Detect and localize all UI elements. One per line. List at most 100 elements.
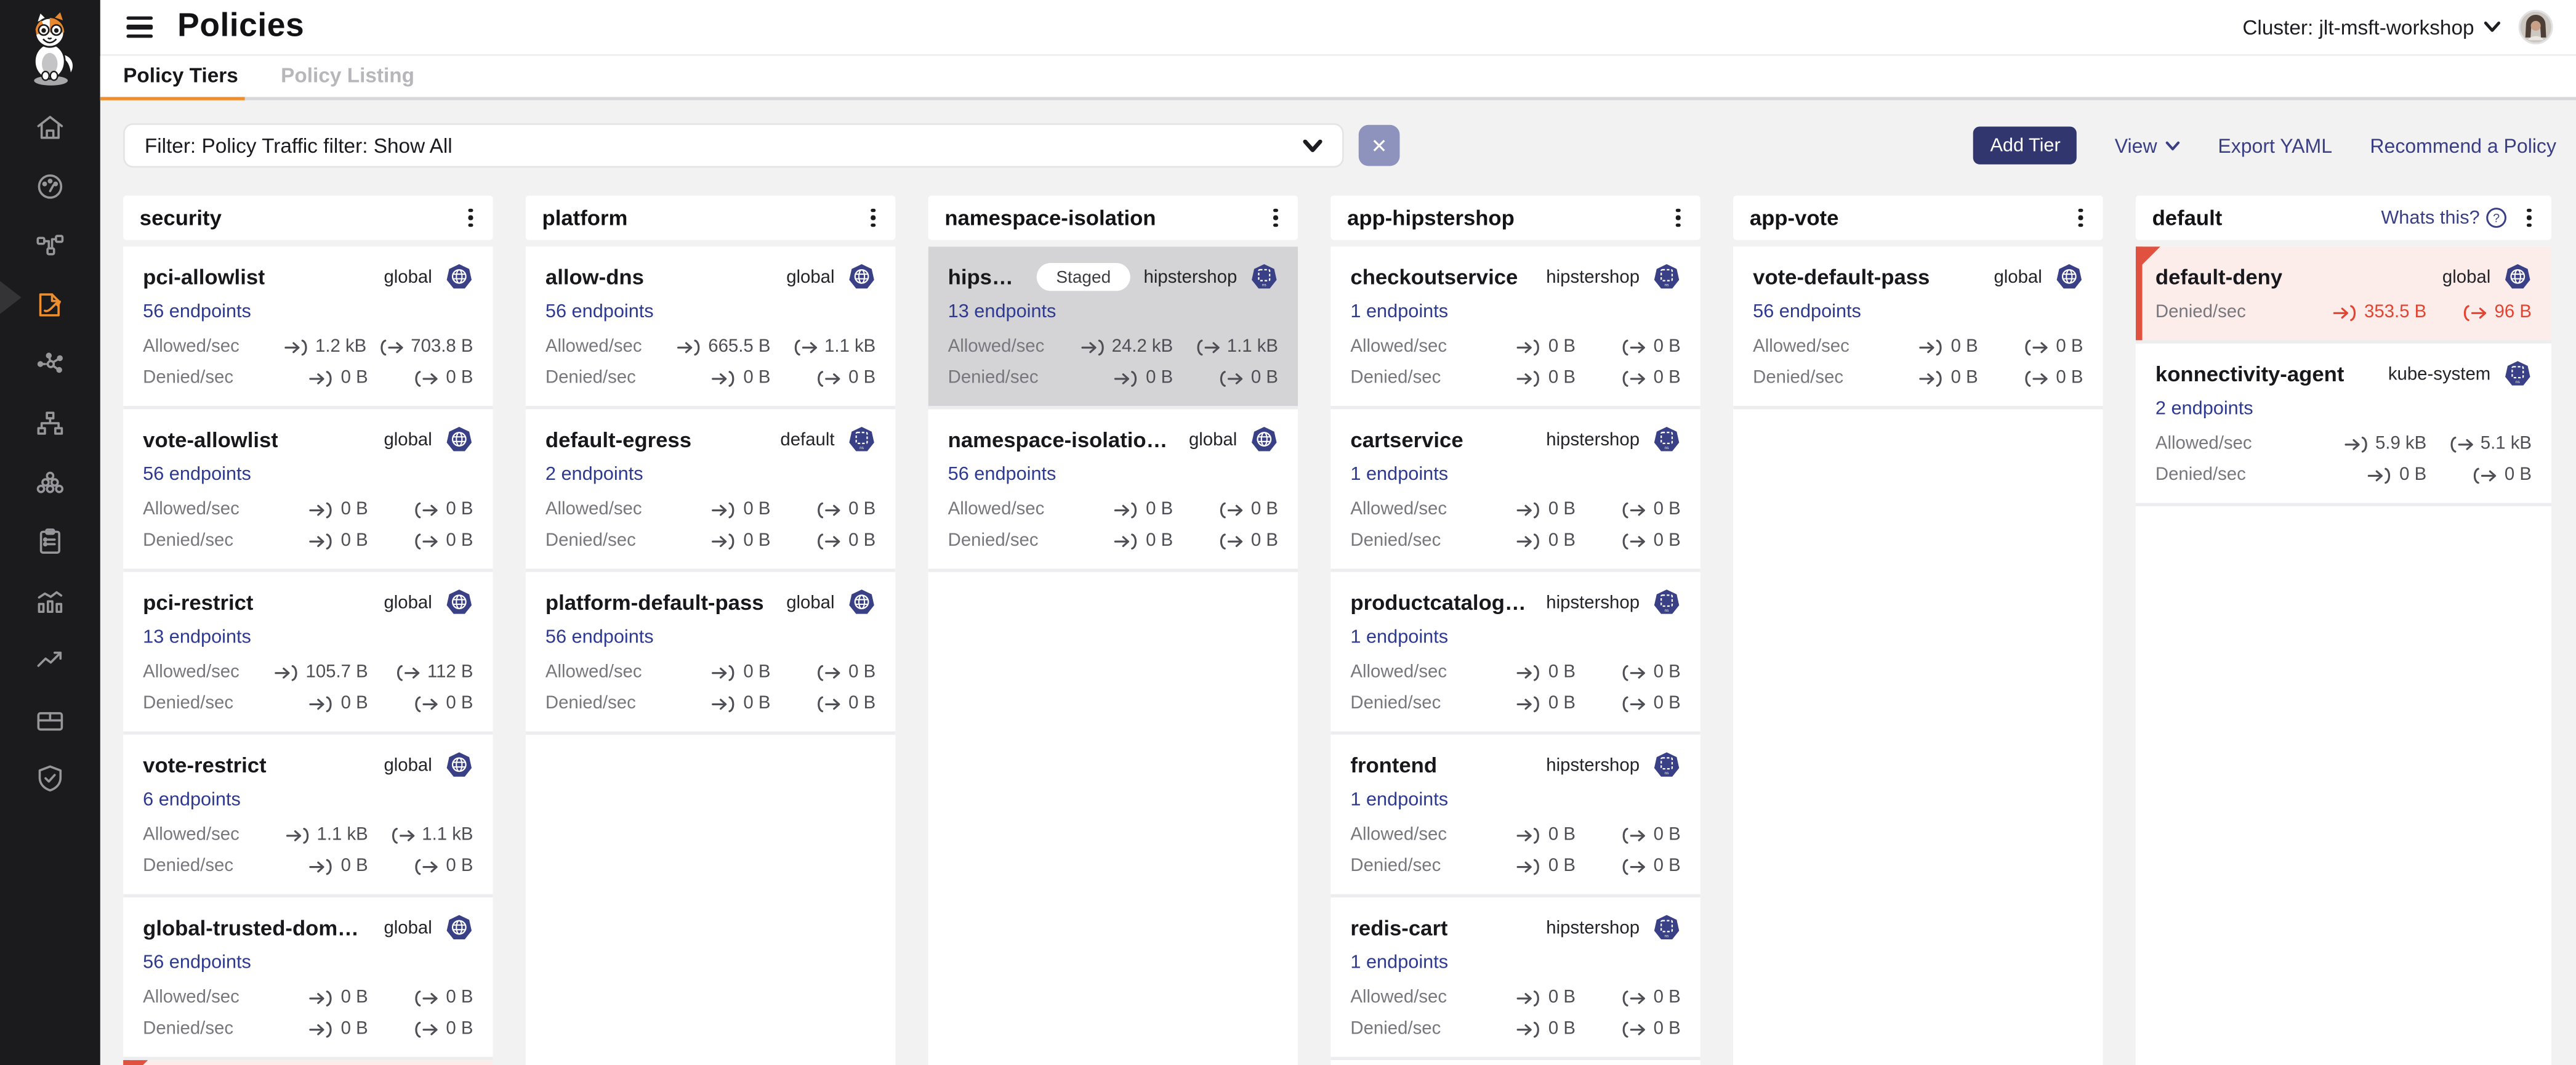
policy-card[interactable]: cartservice hipstershop ns 1 endpoints A… xyxy=(1330,409,1700,572)
egress-value: 0 B xyxy=(848,694,875,713)
policy-card[interactable]: vote-default-pass global 56 endpoints Al… xyxy=(1733,246,2103,409)
policy-card[interactable]: default-egress default ns 2 endpoints Al… xyxy=(526,409,895,572)
endpoints-link[interactable]: 1 endpoints xyxy=(1350,628,1448,647)
policy-card[interactable]: hipstershop-gh… Staged hipstershop ns 13… xyxy=(928,246,1298,409)
policy-card[interactable]: pci-allowlist global 56 endpoints Allowe… xyxy=(123,246,493,409)
policy-scope-label: global xyxy=(1189,430,1237,450)
threat-defense-icon[interactable] xyxy=(0,748,100,807)
export-yaml-button[interactable]: Export YAML xyxy=(2218,134,2332,156)
endpoints-link[interactable]: 56 endpoints xyxy=(143,465,251,485)
policy-card[interactable]: pci-restrict global 13 endpoints Allowed… xyxy=(123,572,493,735)
policy-card[interactable]: frontend hipstershop ns 1 endpoints Allo… xyxy=(1330,735,1700,897)
policy-card[interactable]: konnectivity-agent kube-system ns 2 endp… xyxy=(2136,344,2551,506)
ingress-rate: 1.1 kB xyxy=(266,825,368,845)
flow-visualizer-icon[interactable] xyxy=(0,334,100,393)
add-tier-button[interactable]: Add Tier xyxy=(1974,126,2077,164)
sidebar xyxy=(0,0,100,1065)
ingress-rate: 0 B xyxy=(1876,368,1978,388)
policy-name: vote-restrict xyxy=(143,753,267,777)
ingress-rate: 0 B xyxy=(1071,368,1173,388)
traffic-rate-row: Allowed/sec 1.1 kB 1.1 kB xyxy=(143,825,473,845)
ingress-value: 0 B xyxy=(1951,337,1978,357)
tier-menu-button[interactable] xyxy=(868,205,879,231)
traffic-rate-row: Allowed/sec 24.2 kB 1.1 kB xyxy=(948,337,1278,357)
endpoints-icon[interactable] xyxy=(0,452,100,511)
policy-card[interactable]: productcatalogservice hipstershop ns 1 e… xyxy=(1330,572,1700,735)
tier-menu-button[interactable] xyxy=(1673,205,1684,231)
recommend-policy-button[interactable]: Recommend a Policy xyxy=(2370,134,2556,156)
tier-menu-button[interactable] xyxy=(2524,205,2535,231)
egress-value: 0 B xyxy=(848,662,875,682)
ingress-rate: 0 B xyxy=(1474,694,1576,713)
compliance-icon[interactable] xyxy=(0,511,100,570)
home-icon[interactable] xyxy=(0,97,100,156)
policy-card[interactable]: platform-default-pass global 56 endpoint… xyxy=(526,572,895,735)
endpoints-link[interactable]: 2 endpoints xyxy=(2155,399,2253,419)
trends-icon[interactable] xyxy=(0,630,100,689)
endpoints-link[interactable]: 1 endpoints xyxy=(1350,790,1448,810)
activity-icon[interactable] xyxy=(0,570,100,630)
policy-card[interactable]: vote-restrict global 6 endpoints Allowed… xyxy=(123,735,493,897)
endpoints-link[interactable]: 1 endpoints xyxy=(1350,302,1448,322)
clear-filter-button[interactable]: ✕ xyxy=(1359,125,1400,166)
policy-card[interactable]: default-deny global Denied/sec 353.5 B 9… xyxy=(2136,246,2551,343)
policy-scope-label: global xyxy=(786,267,834,287)
menu-toggle-icon[interactable] xyxy=(123,14,156,41)
egress-arrow-icon xyxy=(817,663,842,681)
endpoints-link[interactable]: 6 endpoints xyxy=(143,790,241,810)
egress-value: 0 B xyxy=(446,856,473,876)
inventory-icon[interactable] xyxy=(0,689,100,748)
cluster-selector[interactable]: Cluster: jlt-msft-workshop xyxy=(2242,15,2500,38)
policy-card[interactable]: checkoutservice hipstershop ns 1 endpoin… xyxy=(1330,246,1700,409)
endpoints-link[interactable]: 2 endpoints xyxy=(545,465,643,485)
tier-menu-button[interactable] xyxy=(465,205,477,231)
ingress-rate: 0 B xyxy=(1474,856,1576,876)
endpoints-link[interactable]: 56 endpoints xyxy=(143,954,251,973)
egress-rate: 5.1 kB xyxy=(2440,434,2532,453)
ingress-rate: 0 B xyxy=(266,856,368,876)
egress-rate: 112 B xyxy=(381,662,473,682)
tier-body: checkoutservice hipstershop ns 1 endpoin… xyxy=(1330,246,1700,1065)
policy-name: vote-default-pass xyxy=(1753,265,1930,290)
ingress-value: 665.5 B xyxy=(708,337,770,357)
endpoints-link[interactable]: 1 endpoints xyxy=(1350,954,1448,973)
policy-traffic-filter-select[interactable]: Filter: Policy Traffic filter: Show All xyxy=(123,123,1344,168)
endpoints-link[interactable]: 13 endpoints xyxy=(948,302,1057,322)
policy-card[interactable]: allow-dns global 56 endpoints Allowed/se… xyxy=(526,246,895,409)
traffic-rate-row: Allowed/sec 0 B 0 B xyxy=(1350,662,1680,682)
tier-menu-button[interactable] xyxy=(1271,205,1282,231)
policy-card[interactable]: namespace-isolation-default-p… global 56… xyxy=(928,409,1298,572)
tier-body: default-deny global Denied/sec 353.5 B 9… xyxy=(2136,246,2551,1065)
whats-this-link[interactable]: Whats this? ? xyxy=(2381,207,2508,229)
policy-card[interactable]: global-trusted-domains global 56 endpoin… xyxy=(123,897,493,1060)
tab-policy-listing[interactable]: Policy Listing xyxy=(281,64,414,87)
rate-label: Allowed/sec xyxy=(143,662,239,682)
traffic-rate-row: Denied/sec 0 B 0 B xyxy=(143,368,473,388)
ingress-rate: 0 B xyxy=(1071,531,1173,551)
tab-policy-tiers[interactable]: Policy Tiers xyxy=(123,64,238,87)
policy-card[interactable]: vote-allowlist global 56 endpoints Allow… xyxy=(123,409,493,572)
user-avatar[interactable] xyxy=(2519,10,2553,44)
service-graph-icon[interactable] xyxy=(0,216,100,275)
endpoints-link[interactable]: 1 endpoints xyxy=(1350,465,1448,485)
endpoints-link[interactable]: 13 endpoints xyxy=(143,628,251,647)
traffic-rows: Allowed/sec 1.1 kB 1.1 kB Denied/sec 0 B… xyxy=(143,825,473,877)
endpoints-link[interactable]: 56 endpoints xyxy=(1753,302,1861,322)
ingress-arrow-icon xyxy=(1517,532,1542,549)
tier-columns: security pci-allowlist global 56 endpoin… xyxy=(123,196,2556,1065)
ingress-arrow-icon xyxy=(1517,857,1542,875)
rate-label: Denied/sec xyxy=(1350,531,1441,551)
network-icon[interactable] xyxy=(0,393,100,452)
dashboard-icon[interactable] xyxy=(0,156,100,215)
tier-menu-button[interactable] xyxy=(2075,205,2087,231)
endpoints-link[interactable]: 56 endpoints xyxy=(545,302,654,322)
view-menu-button[interactable]: View xyxy=(2115,134,2180,156)
endpoints-link[interactable]: 56 endpoints xyxy=(545,628,654,647)
egress-value: 0 B xyxy=(848,531,875,551)
endpoints-link[interactable]: 56 endpoints xyxy=(143,302,251,322)
tier-header: default Whats this? ? xyxy=(2136,196,2551,240)
policy-scope-label: global xyxy=(384,593,432,612)
endpoints-link[interactable]: 56 endpoints xyxy=(948,465,1057,485)
policy-card[interactable]: redis-cart hipstershop ns 1 endpoints Al… xyxy=(1330,897,1700,1060)
egress-rate: 0 B xyxy=(1186,531,1278,551)
